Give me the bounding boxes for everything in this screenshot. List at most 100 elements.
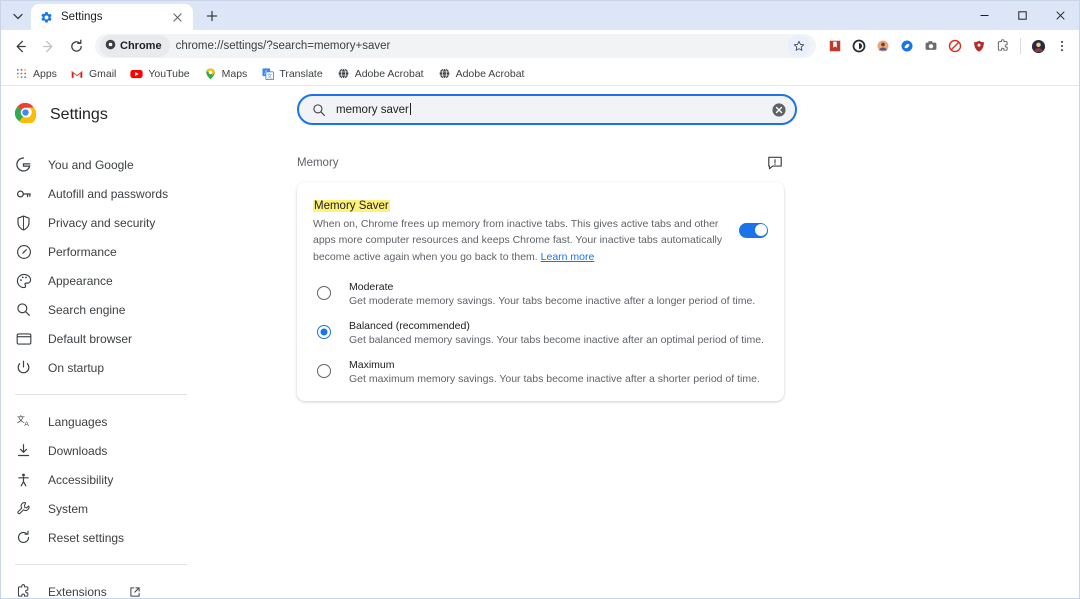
sidebar-item-languages[interactable]: 文A Languages xyxy=(1,407,187,436)
palette-icon xyxy=(15,272,32,289)
browser-tab-settings[interactable]: Settings xyxy=(31,4,193,30)
new-tab-button[interactable] xyxy=(199,3,225,29)
chrome-chip-label: Chrome xyxy=(120,40,162,52)
download-icon xyxy=(15,442,32,459)
radio-option-maximum[interactable]: Maximum Get maximum memory savings. Your… xyxy=(313,359,768,385)
search-icon xyxy=(15,301,32,318)
three-dot-menu-icon[interactable] xyxy=(1051,35,1073,57)
extension-block-icon[interactable] xyxy=(944,35,966,57)
reset-refresh-icon xyxy=(15,529,32,546)
sidebar-item-privacy-and-security[interactable]: Privacy and security xyxy=(1,208,187,237)
sidebar-item-autofill-and-passwords[interactable]: Autofill and passwords xyxy=(1,179,187,208)
reload-button[interactable] xyxy=(63,33,89,59)
memory-saver-row: Memory Saver When on, Chrome frees up me… xyxy=(313,196,768,265)
radio-label: Balanced (recommended) xyxy=(349,320,768,332)
sidebar-item-label: Extensions xyxy=(48,585,107,599)
accessibility-icon xyxy=(15,471,32,488)
search-icon xyxy=(311,102,326,117)
sidebar-item-label: Autofill and passwords xyxy=(48,187,168,201)
sidebar-item-accessibility[interactable]: Accessibility xyxy=(1,465,187,494)
svg-text:文: 文 xyxy=(267,71,272,79)
sidebar-item-system[interactable]: System xyxy=(1,494,187,523)
wrench-icon xyxy=(15,500,32,517)
google-g-icon xyxy=(15,156,32,173)
extension-red-shield-icon[interactable] xyxy=(968,35,990,57)
bookmark-apps[interactable]: Apps xyxy=(9,65,63,82)
chrome-chip[interactable]: Chrome xyxy=(100,35,170,57)
memory-section-header: Memory xyxy=(297,153,784,172)
sidebar-item-label: You and Google xyxy=(48,158,134,172)
section-title: Memory xyxy=(297,157,339,169)
memory-saver-toggle[interactable] xyxy=(739,223,768,238)
feedback-comment-icon[interactable] xyxy=(765,153,784,172)
sidebar-item-label: Performance xyxy=(48,245,117,259)
bookmark-adobe-acrobat-2[interactable]: Adobe Acrobat xyxy=(432,65,531,82)
settings-sidebar: Settings You and Google Autofill and pas… xyxy=(1,86,197,598)
settings-page: Settings You and Google Autofill and pas… xyxy=(1,86,1079,598)
speedometer-icon xyxy=(15,243,32,260)
window-controls xyxy=(965,1,1079,30)
settings-gear-icon xyxy=(39,10,53,24)
bookmark-star-icon[interactable] xyxy=(788,35,810,57)
clear-circle-icon[interactable] xyxy=(770,101,787,118)
extension-dark-circle-icon[interactable] xyxy=(848,35,870,57)
profile-avatar-icon[interactable] xyxy=(1027,35,1049,57)
radio-label: Maximum xyxy=(349,359,768,371)
bookmark-youtube[interactable]: YouTube xyxy=(124,65,195,82)
sidebar-item-extensions[interactable]: Extensions xyxy=(1,577,187,598)
tab-title: Settings xyxy=(61,11,162,23)
browser-window: Settings xyxy=(0,0,1080,599)
sidebar-item-label: Appearance xyxy=(48,274,113,288)
radio-description: Get maximum memory savings. Your tabs be… xyxy=(349,373,768,385)
forward-button[interactable] xyxy=(35,33,61,59)
memory-saver-description: When on, Chrome frees up memory from ina… xyxy=(313,216,725,265)
radio-button[interactable] xyxy=(317,286,331,300)
radio-description: Get moderate memory savings. Your tabs b… xyxy=(349,295,768,307)
radio-option-balanced[interactable]: Balanced (recommended) Get balanced memo… xyxy=(313,320,768,346)
bookmark-maps[interactable]: Maps xyxy=(198,65,254,82)
extension-camera-icon[interactable] xyxy=(920,35,942,57)
sidebar-item-performance[interactable]: Performance xyxy=(1,237,187,266)
sidebar-nav-tertiary: Extensions About Chrome xyxy=(1,577,197,598)
radio-label: Moderate xyxy=(349,281,768,293)
back-button[interactable] xyxy=(7,33,33,59)
sidebar-item-reset-settings[interactable]: Reset settings xyxy=(1,523,187,552)
radio-option-moderate[interactable]: Moderate Get moderate memory savings. Yo… xyxy=(313,281,768,307)
power-icon xyxy=(15,359,32,376)
radio-button[interactable] xyxy=(317,364,331,378)
bookmark-adobe-acrobat-1[interactable]: Adobe Acrobat xyxy=(331,65,430,82)
bookmark-gmail[interactable]: Gmail xyxy=(65,65,122,82)
tab-search-icon[interactable] xyxy=(5,3,31,29)
bookmark-translate[interactable]: A文 Translate xyxy=(255,65,328,82)
maximize-icon[interactable] xyxy=(1003,1,1041,30)
sidebar-item-appearance[interactable]: Appearance xyxy=(1,266,187,295)
learn-more-link[interactable]: Learn more xyxy=(541,251,595,263)
sidebar-nav-primary: You and Google Autofill and passwords Pr… xyxy=(1,150,197,382)
sidebar-item-search-engine[interactable]: Search engine xyxy=(1,295,187,324)
page-title: Settings xyxy=(50,106,108,124)
radio-button[interactable] xyxy=(317,325,331,339)
radio-text: Balanced (recommended) Get balanced memo… xyxy=(349,320,768,346)
extension-avatar-orange-icon[interactable] xyxy=(872,35,894,57)
address-bar[interactable]: Chrome chrome://settings/?search=memory+… xyxy=(95,34,816,58)
toggle-knob xyxy=(755,224,767,236)
sidebar-divider-2 xyxy=(15,564,187,565)
extensions-puzzle-icon[interactable] xyxy=(992,35,1014,57)
globe-icon xyxy=(337,67,350,80)
sidebar-item-label: Default browser xyxy=(48,332,132,346)
search-input[interactable]: memory saver xyxy=(297,94,797,125)
bookmarks-bar: Apps Gmail YouTube Maps xyxy=(1,62,1079,86)
sidebar-item-you-and-google[interactable]: You and Google xyxy=(1,150,187,179)
svg-text:A: A xyxy=(24,421,29,428)
sidebar-item-downloads[interactable]: Downloads xyxy=(1,436,187,465)
sidebar-item-default-browser[interactable]: Default browser xyxy=(1,324,187,353)
sidebar-item-label: Downloads xyxy=(48,444,107,458)
extension-blue-swirl-icon[interactable] xyxy=(896,35,918,57)
minimize-icon[interactable] xyxy=(965,1,1003,30)
tab-close-icon[interactable] xyxy=(170,10,185,25)
close-icon[interactable] xyxy=(1041,1,1079,30)
bookmark-label: YouTube xyxy=(148,68,189,80)
sidebar-item-on-startup[interactable]: On startup xyxy=(1,353,187,382)
extension-red-bookmark-icon[interactable] xyxy=(824,35,846,57)
bookmark-label: Adobe Acrobat xyxy=(355,68,424,80)
